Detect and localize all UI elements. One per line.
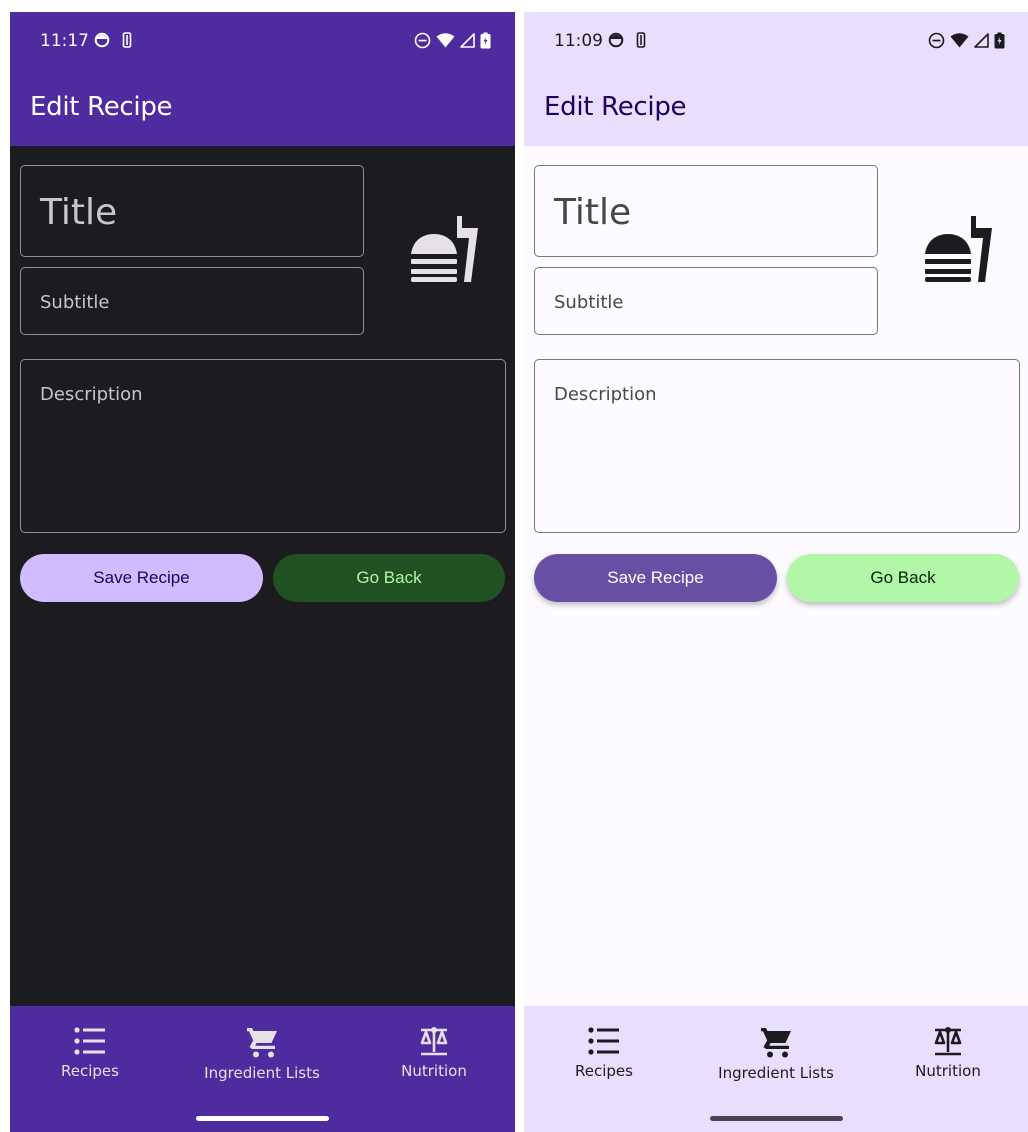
description-field[interactable]: Description [534,359,1020,533]
fastfood-icon [411,216,478,282]
nav-item-recipes[interactable]: Recipes [10,1026,170,1080]
save-recipe-button[interactable]: Save Recipe [534,554,777,602]
title-field[interactable]: Title [534,165,878,257]
notification-app-icon [122,32,132,48]
subtitle-placeholder: Subtitle [40,292,110,313]
title-placeholder: Title [40,192,118,233]
nav-label-recipes: Recipes [61,1062,119,1080]
subtitle-field[interactable]: Subtitle [534,267,878,335]
do-not-disturb-icon [928,32,945,48]
cell-signal-icon [974,32,989,48]
do-not-disturb-icon [414,32,431,48]
top-app-bar: Edit Recipe [10,68,515,146]
nav-label-nutrition: Nutrition [401,1062,467,1080]
bottom-navigation: Recipes Ingredient Lists Nutrition [524,1006,1028,1132]
notification-circle-icon [94,32,110,48]
wifi-icon [950,33,969,48]
list-icon [74,1027,105,1055]
cart-icon [761,1028,791,1058]
battery-charging-icon [994,32,1005,48]
notification-app-icon [636,32,646,48]
status-time: 11:09 [554,31,603,51]
description-placeholder: Description [40,384,143,405]
page-title: Edit Recipe [544,92,687,122]
scale-icon [420,1027,448,1056]
phone-screen-dark: 11:17 Edit Recipe Title Subtitle Descrip… [10,12,515,1132]
status-time: 11:17 [40,31,89,51]
cart-icon [247,1028,277,1058]
notification-circle-icon [608,32,624,48]
battery-charging-icon [480,32,491,48]
description-field[interactable]: Description [20,359,506,533]
save-recipe-button[interactable]: Save Recipe [20,554,263,602]
subtitle-placeholder: Subtitle [554,292,624,313]
list-icon [588,1027,619,1055]
description-placeholder: Description [554,384,657,405]
home-indicator[interactable] [710,1116,843,1121]
wifi-icon [436,33,455,48]
subtitle-field[interactable]: Subtitle [20,267,364,335]
title-placeholder: Title [554,192,632,233]
go-back-button[interactable]: Go Back [273,554,505,602]
status-bar: 11:17 [10,12,515,68]
phone-screen-light: 11:09 Edit Recipe Title Subtitle Descrip… [524,12,1028,1132]
nav-item-ingredient-lists[interactable]: Ingredient Lists [696,1026,856,1082]
page-title: Edit Recipe [30,92,173,122]
bottom-navigation: Recipes Ingredient Lists Nutrition [10,1006,515,1132]
fastfood-icon [925,216,992,282]
scale-icon [934,1027,962,1056]
nav-item-ingredient-lists[interactable]: Ingredient Lists [182,1026,342,1082]
top-app-bar: Edit Recipe [524,68,1028,146]
nav-item-recipes[interactable]: Recipes [524,1026,684,1080]
nav-item-nutrition[interactable]: Nutrition [868,1026,1028,1080]
nav-item-nutrition[interactable]: Nutrition [354,1026,514,1080]
nav-label-recipes: Recipes [575,1062,633,1080]
go-back-button[interactable]: Go Back [787,554,1019,602]
nav-label-nutrition: Nutrition [915,1062,981,1080]
home-indicator[interactable] [196,1116,329,1121]
title-field[interactable]: Title [20,165,364,257]
status-bar: 11:09 [524,12,1028,68]
nav-label-ingredient-lists: Ingredient Lists [718,1064,834,1082]
cell-signal-icon [460,32,475,48]
nav-label-ingredient-lists: Ingredient Lists [204,1064,320,1082]
